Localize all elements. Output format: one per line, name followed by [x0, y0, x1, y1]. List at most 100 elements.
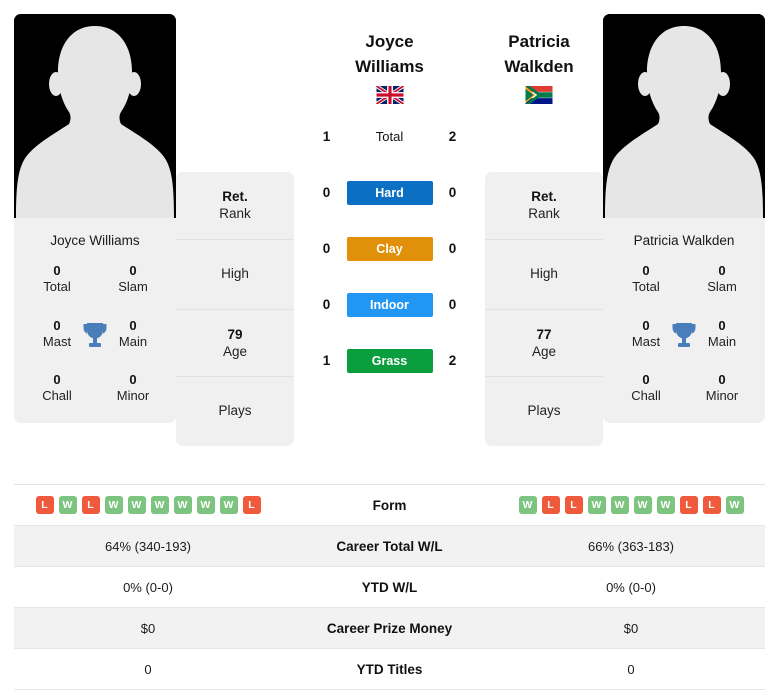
left-plays-cell: Plays: [218, 403, 252, 419]
form-badge-loss: L: [242, 496, 261, 514]
stat-mast: 0 Mast: [42, 317, 72, 349]
form-badge-win: W: [656, 496, 675, 514]
surface-right-score: 0: [448, 185, 457, 201]
right-player-avatar: [603, 14, 765, 218]
surface-left-score: 0: [322, 241, 331, 257]
right-player-info-panel: Ret. Rank High 77 Age Plays: [485, 172, 603, 447]
titles-row-1: 0 Total 0 Slam: [611, 263, 757, 296]
right-rank-cell: Ret. Rank: [485, 172, 603, 240]
player-stats-table: LWLWWWWWWL Form WLLWWWWLLW 64% (340-193)…: [14, 484, 765, 690]
right-player-titles: 0 Total 0 Slam 0 Mast 0 Main 0 Chall 0 M…: [603, 263, 765, 423]
left-value: $0: [140, 620, 156, 636]
row-label: Form: [372, 497, 407, 513]
left-player-titles: 0 Total 0 Slam 0 Mast 0 Main 0 Chall 0 M…: [14, 263, 176, 423]
form-badge-win: W: [150, 496, 169, 514]
right-value: 0% (0-0): [606, 579, 656, 595]
left-value: 64% (340-193): [105, 538, 191, 554]
surface-left-score: 1: [322, 353, 331, 369]
right-plays-cell: Plays: [527, 403, 561, 419]
stat-chall: 0 Chall: [42, 372, 72, 404]
player-comparison-page: Joyce Williams 0 Total 0 Slam 0 Mast 0 M…: [0, 0, 779, 699]
row-label: Career Prize Money: [326, 620, 453, 636]
form-badge-win: W: [196, 496, 215, 514]
stat-total: 0 Total: [43, 263, 71, 295]
surface-right-score: 2: [448, 129, 457, 145]
right-player-heading-last: Walkden: [504, 56, 574, 76]
left-age-cell: 79 Age: [176, 310, 294, 378]
form-badge-win: W: [725, 496, 744, 514]
surface-right-score: 0: [448, 241, 457, 257]
form-badge-loss: L: [541, 496, 560, 514]
right-player-name: Patricia Walkden: [633, 233, 735, 248]
surface-row-clay: 0 Clay 0: [298, 221, 481, 277]
form-badge-loss: L: [564, 496, 583, 514]
right-age-cell: 77 Age: [485, 310, 603, 378]
form-badge-loss: L: [35, 496, 54, 514]
stat-minor: 0 Minor: [116, 372, 150, 404]
surface-label-hard[interactable]: Hard: [346, 180, 433, 205]
row-label: YTD W/L: [361, 579, 418, 595]
stat-slam: 0 Slam: [118, 263, 148, 295]
stat-main: 0 Main: [118, 317, 148, 349]
head-to-head-column: Joyce Williams 1 Total 2 0 Hard 0 0 Clay…: [294, 14, 485, 389]
form-badge-loss: L: [702, 496, 721, 514]
right-value: 66% (363-183): [588, 538, 674, 554]
table-row-ytd-titles: 0 YTD Titles 0: [14, 649, 765, 690]
left-rank-cell: Ret. Rank: [176, 172, 294, 240]
trophy-icon: [82, 321, 108, 349]
right-form-badges: WLLWWWWLLW: [497, 496, 765, 514]
surface-right-score: 0: [448, 297, 457, 313]
surface-label-clay[interactable]: Clay: [346, 236, 433, 261]
form-badge-win: W: [587, 496, 606, 514]
left-player-heading-last: Williams: [355, 56, 424, 76]
flag-uk-icon: [298, 86, 481, 105]
titles-row-3: 0 Chall 0 Minor: [22, 372, 168, 405]
surface-left-score: 0: [322, 297, 331, 313]
left-value: 0% (0-0): [123, 579, 173, 595]
form-badge-win: W: [104, 496, 123, 514]
table-row-career-wl: 64% (340-193) Career Total W/L 66% (363-…: [14, 526, 765, 567]
titles-row-3: 0 Chall 0 Minor: [611, 372, 757, 405]
stat-mast: 0 Mast: [631, 317, 661, 349]
form-badge-win: W: [610, 496, 629, 514]
right-player-card[interactable]: Patricia Walkden 0 Total 0 Slam 0 Mast 0…: [603, 14, 765, 423]
right-player-heading: Patricia Walkden: [479, 30, 599, 105]
surface-label-indoor[interactable]: Indoor: [346, 292, 433, 317]
left-player-avatar: [14, 14, 176, 218]
row-label: YTD Titles: [356, 661, 423, 677]
form-badge-win: W: [58, 496, 77, 514]
surface-left-score: 0: [322, 185, 331, 201]
right-high-cell: High: [485, 240, 603, 310]
right-value: $0: [623, 620, 639, 636]
right-form-cell: WLLWWWWLLW: [497, 496, 765, 514]
form-badge-loss: L: [81, 496, 100, 514]
left-player-card[interactable]: Joyce Williams 0 Total 0 Slam 0 Mast 0 M…: [14, 14, 176, 423]
surface-row-total: 1 Total 2: [298, 109, 481, 165]
player-silhouette-icon: [14, 14, 176, 218]
form-badge-win: W: [518, 496, 537, 514]
surface-right-score: 2: [448, 353, 457, 369]
left-player-heading-first: Joyce: [365, 32, 414, 51]
left-player-info-panel: Ret. Rank High 79 Age Plays: [176, 172, 294, 447]
surface-row-grass: 1 Grass 2: [298, 333, 481, 389]
surface-row-indoor: 0 Indoor 0: [298, 277, 481, 333]
left-player-heading: Joyce Williams: [298, 14, 481, 105]
right-player-heading-first: Patricia: [508, 32, 570, 51]
stat-slam: 0 Slam: [707, 263, 737, 295]
row-label: Career Total W/L: [336, 538, 443, 554]
trophy-icon: [671, 321, 697, 349]
flag-south-africa-icon: [479, 86, 599, 105]
stat-main: 0 Main: [707, 317, 737, 349]
table-row-ytd-wl: 0% (0-0) YTD W/L 0% (0-0): [14, 567, 765, 608]
left-value: 0: [144, 661, 152, 677]
form-badge-win: W: [219, 496, 238, 514]
comparison-header: Joyce Williams 0 Total 0 Slam 0 Mast 0 M…: [0, 0, 779, 470]
stat-total: 0 Total: [632, 263, 660, 295]
table-row-form: LWLWWWWWWL Form WLLWWWWLLW: [14, 485, 765, 526]
table-row-prize-money: $0 Career Prize Money $0: [14, 608, 765, 649]
stat-minor: 0 Minor: [705, 372, 739, 404]
left-high-cell: High: [176, 240, 294, 310]
surface-label-grass[interactable]: Grass: [346, 348, 433, 373]
stat-chall: 0 Chall: [631, 372, 661, 404]
form-badge-win: W: [173, 496, 192, 514]
